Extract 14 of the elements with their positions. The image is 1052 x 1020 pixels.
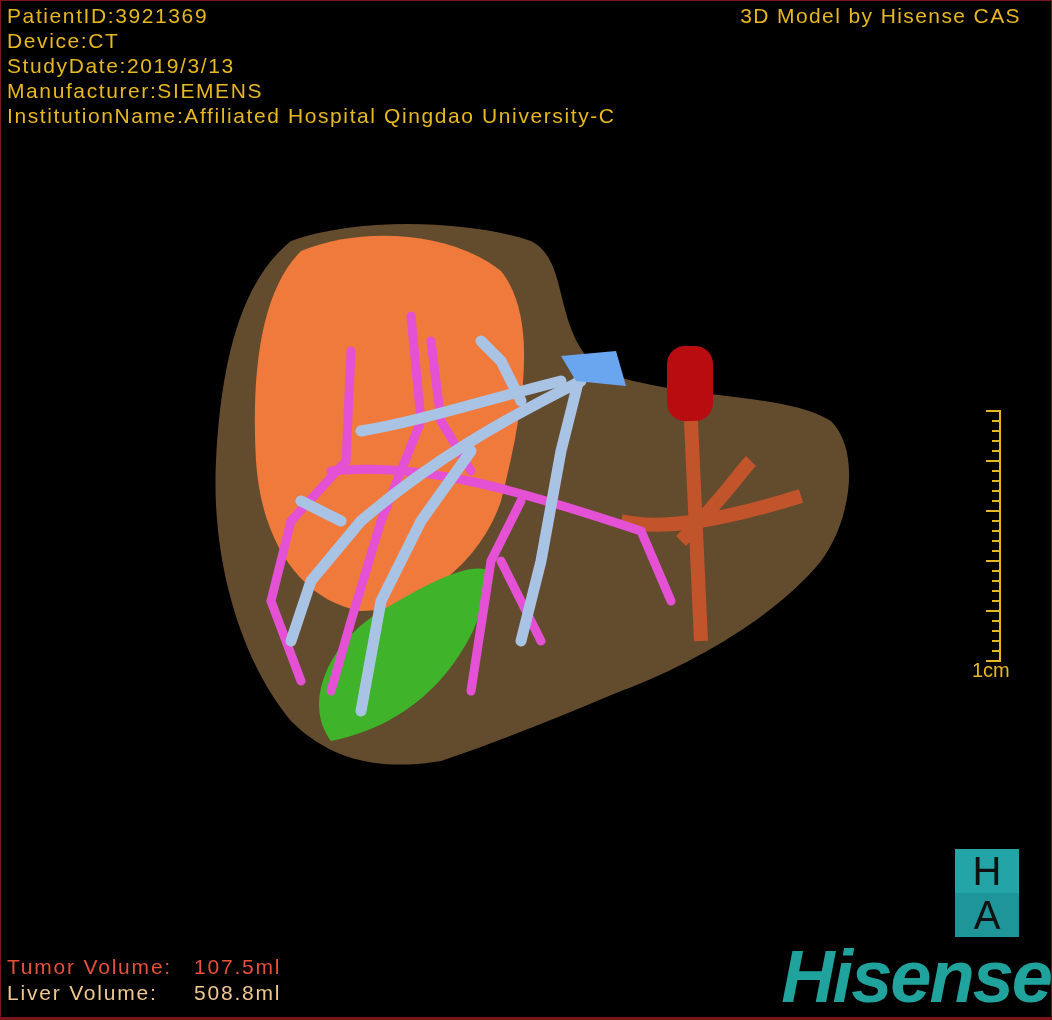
patient-info-text: StudyDate:2019/3/13 [7,53,236,78]
model-caption: 3D Model by Hisense CAS [740,4,1021,28]
volume-value: 107.5ml [194,954,282,980]
patient-info-text: InstitutionName:Affiliated Hospital Qingdao University-C [7,103,616,128]
volume-value: 508.8ml [194,980,282,1006]
brand-wordmark: Hisense [781,937,1051,1017]
volume-label: Liver Volume: [7,980,159,1006]
patient-info-text: PatientID:3921369 [7,3,210,28]
logo-tile: A [955,893,1019,937]
patient-info-text: Manufacturer:SIEMENS [7,78,265,103]
logo-tile: H [955,849,1019,893]
scale-label: 1cm [972,659,1010,682]
patient-info-text: Device:CT [7,28,121,53]
volume-label: Tumor Volume: [7,954,172,980]
